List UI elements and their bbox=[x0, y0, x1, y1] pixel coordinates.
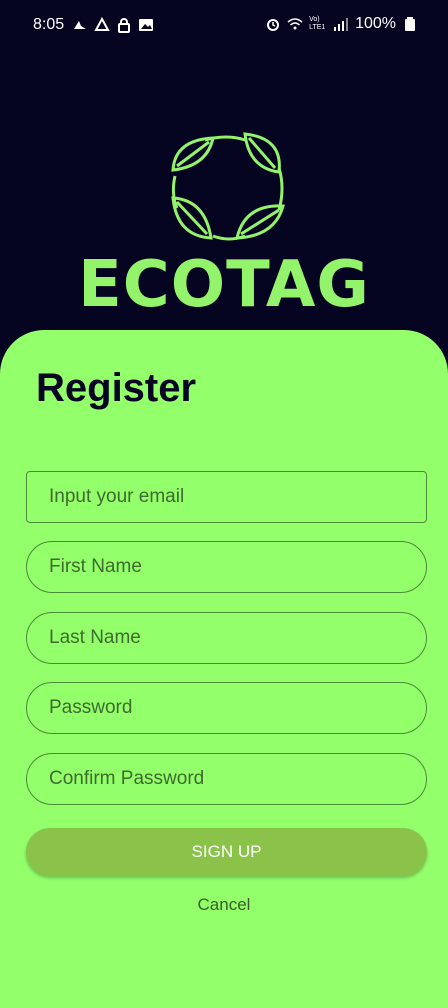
app-logo-text: ECOTAG bbox=[78, 248, 370, 322]
confirm-password-input[interactable] bbox=[27, 754, 426, 804]
last-name-input[interactable] bbox=[27, 613, 426, 663]
wifi-icon bbox=[287, 18, 303, 30]
drive-icon bbox=[94, 17, 110, 31]
first-name-input[interactable] bbox=[27, 542, 426, 592]
email-field[interactable] bbox=[26, 471, 427, 523]
first-name-field[interactable] bbox=[26, 541, 427, 593]
battery-percent: 100% bbox=[355, 15, 396, 32]
status-bar: 8:05 Vo) LTE1 100% bbox=[0, 0, 448, 52]
register-card: Register SIGN UP Cancel bbox=[0, 330, 448, 1008]
email-input[interactable] bbox=[27, 472, 426, 522]
gallery-icon bbox=[139, 19, 153, 31]
cancel-button[interactable]: Cancel bbox=[0, 895, 448, 915]
notification-icon bbox=[74, 21, 86, 29]
lock-icon bbox=[118, 18, 130, 33]
signal-icon bbox=[334, 18, 349, 31]
password-input[interactable] bbox=[27, 683, 426, 733]
last-name-field[interactable] bbox=[26, 612, 427, 664]
page-title: Register bbox=[36, 366, 197, 410]
confirm-password-field[interactable] bbox=[26, 753, 427, 805]
alarm-icon bbox=[267, 19, 280, 31]
password-field[interactable] bbox=[26, 682, 427, 734]
sign-up-button[interactable]: SIGN UP bbox=[26, 828, 427, 876]
status-right-icons: Vo) LTE1 100% bbox=[265, 15, 418, 33]
battery-icon bbox=[405, 17, 415, 31]
status-time: 8:05 bbox=[33, 16, 65, 33]
status-left-icons bbox=[72, 17, 154, 33]
logo-area: ECOTAG bbox=[0, 120, 448, 330]
leaf-logo-icon bbox=[171, 132, 285, 241]
network-label: Vo) LTE1 bbox=[309, 16, 326, 31]
